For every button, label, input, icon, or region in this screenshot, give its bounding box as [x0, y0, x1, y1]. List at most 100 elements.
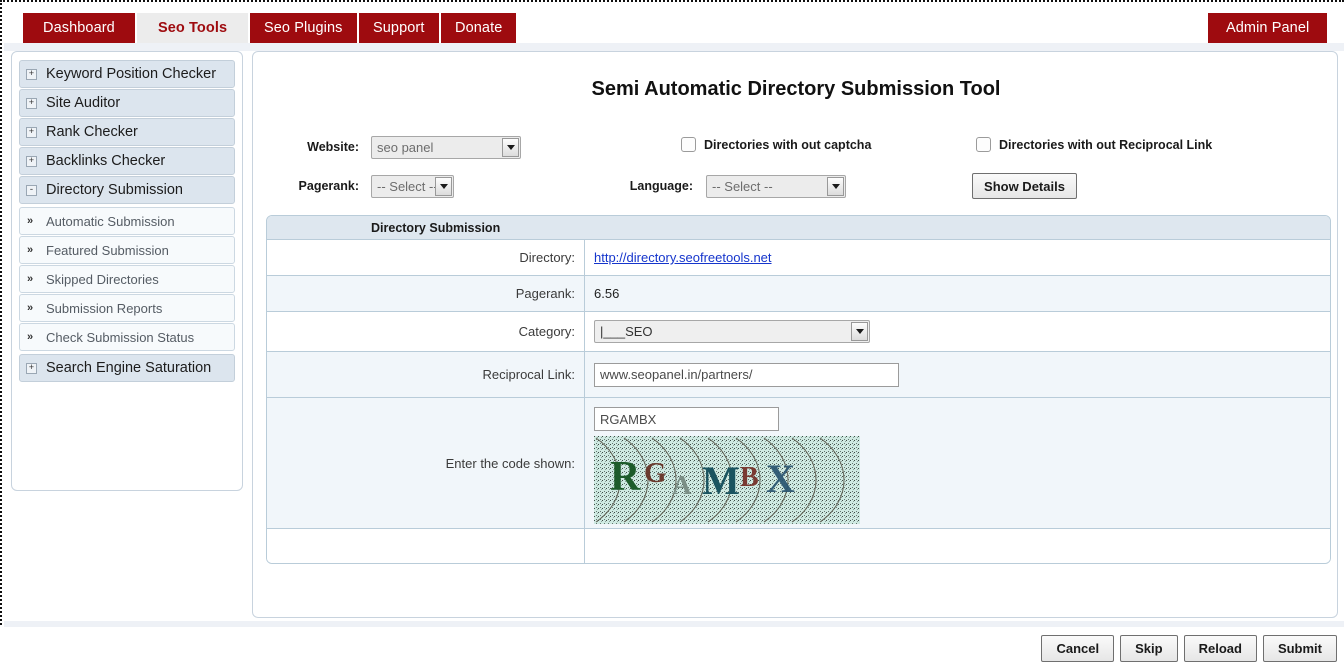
expand-plus-icon: +: [26, 69, 37, 80]
sidebar: + Keyword Position Checker + Site Audito…: [11, 51, 243, 491]
blank-value-cell: [585, 529, 1330, 563]
sidebar-group-label: Site Auditor: [46, 95, 121, 111]
tab-donate[interactable]: Donate: [441, 13, 517, 43]
tab-separator: [439, 13, 441, 43]
pagerank-select[interactable]: -- Select --: [371, 175, 454, 198]
tab-seo-plugins[interactable]: Seo Plugins: [250, 13, 357, 43]
directories-without-captcha-label: Directories with out captcha: [704, 138, 872, 152]
language-label: Language:: [629, 179, 693, 193]
sidebar-item-label: Check Submission Status: [46, 330, 195, 345]
sidebar-group-site-auditor[interactable]: + Site Auditor: [19, 89, 235, 117]
website-label: Website:: [307, 140, 359, 154]
svg-text:R: R: [610, 454, 641, 500]
sidebar-group-directory-submission[interactable]: - Directory Submission: [19, 176, 235, 204]
language-select-wrapper[interactable]: -- Select --: [706, 175, 846, 198]
double-chevron-right-icon: »: [27, 302, 33, 314]
table-row: Category: |___SEO: [267, 312, 1330, 352]
page-title: Semi Automatic Directory Submission Tool: [591, 78, 1001, 100]
sidebar-group-rank-checker[interactable]: + Rank Checker: [19, 118, 235, 146]
sidebar-item-featured-submission[interactable]: » Featured Submission: [19, 236, 235, 264]
sidebar-item-submission-reports[interactable]: » Submission Reports: [19, 294, 235, 322]
reciprocal-link-label: Reciprocal Link:: [267, 352, 585, 397]
category-select-wrapper[interactable]: |___SEO: [594, 320, 870, 343]
admin-panel-button[interactable]: Admin Panel: [1208, 13, 1328, 43]
website-select[interactable]: seo panel: [371, 136, 521, 159]
svg-text:M: M: [702, 458, 740, 503]
directory-submission-table: Directory Submission Directory: http://d…: [266, 215, 1331, 564]
sidebar-item-label: Skipped Directories: [46, 272, 159, 287]
reciprocal-link-input[interactable]: [594, 362, 899, 387]
directory-value-cell: http://directory.seofreetools.net: [585, 240, 1330, 275]
expand-plus-icon: +: [26, 127, 37, 138]
expand-plus-icon: +: [26, 98, 37, 109]
sidebar-item-skipped-directories[interactable]: » Skipped Directories: [19, 265, 235, 293]
sidebar-group-keyword-position-checker[interactable]: + Keyword Position Checker: [19, 60, 235, 88]
tab-separator: [135, 13, 137, 43]
sidebar-group-label: Keyword Position Checker: [46, 66, 217, 82]
pagerank-select-wrapper[interactable]: -- Select --: [371, 175, 454, 198]
sidebar-group-backlinks-checker[interactable]: + Backlinks Checker: [19, 147, 235, 175]
pagerank-row-label: Pagerank:: [267, 276, 585, 311]
category-value-cell: |___SEO: [585, 312, 1330, 351]
directories-without-captcha-checkbox[interactable]: [681, 137, 696, 152]
svg-text:G: G: [644, 457, 667, 489]
sidebar-group-label: Directory Submission: [46, 182, 183, 198]
top-navigation-bar: Dashboard Seo Tools Seo Plugins Support …: [2, 13, 1344, 43]
pagerank-value: 6.56: [594, 286, 620, 301]
svg-text:A: A: [672, 470, 692, 500]
category-label: Category:: [267, 312, 585, 351]
tab-support[interactable]: Support: [359, 13, 439, 43]
website-select-wrapper[interactable]: seo panel: [371, 136, 521, 159]
sidebar-item-check-submission-status[interactable]: » Check Submission Status: [19, 323, 235, 351]
captcha-input[interactable]: [594, 407, 779, 431]
tab-seo-tools[interactable]: Seo Tools: [137, 13, 249, 43]
captcha-label: Enter the code shown:: [267, 398, 585, 528]
table-row: Enter the code shown: RGAMBX R G A M B X: [267, 398, 1330, 529]
category-select[interactable]: |___SEO: [594, 320, 870, 343]
skip-button[interactable]: Skip: [1120, 635, 1178, 662]
reciprocal-link-value-cell: [585, 352, 1330, 397]
captcha-area: R G A M B X: [585, 398, 1330, 533]
double-chevron-right-icon: »: [27, 215, 33, 227]
directory-url-link[interactable]: http://directory.seofreetools.net: [594, 250, 772, 265]
svg-text:B: B: [740, 462, 759, 493]
footer-divider: [4, 621, 1344, 627]
svg-text:X: X: [766, 456, 795, 501]
table-row: Reciprocal Link:: [267, 352, 1330, 398]
tab-separator: [248, 13, 250, 43]
cancel-button[interactable]: Cancel: [1041, 635, 1115, 662]
sidebar-item-label: Featured Submission: [46, 243, 169, 258]
language-select[interactable]: -- Select --: [706, 175, 846, 198]
sidebar-group-label: Search Engine Saturation: [46, 360, 212, 376]
sidebar-group-label: Backlinks Checker: [46, 153, 166, 169]
directories-without-reciprocal-link-checkbox[interactable]: [976, 137, 991, 152]
captcha-image: R G A M B X: [594, 436, 860, 524]
pagerank-label: Pagerank:: [298, 179, 359, 193]
table-row-blank: [267, 529, 1330, 563]
blank-label-cell: [267, 529, 585, 563]
double-chevron-right-icon: »: [27, 273, 33, 285]
nav-divider: [4, 43, 1344, 51]
sidebar-group-label: Rank Checker: [46, 124, 138, 140]
directory-label: Directory:: [267, 240, 585, 275]
expand-plus-icon: +: [26, 156, 37, 167]
show-details-button[interactable]: Show Details: [972, 173, 1077, 199]
main-content-panel: Semi Automatic Directory Submission Tool…: [252, 51, 1338, 662]
collapse-minus-icon: -: [26, 185, 37, 196]
table-header: Directory Submission: [267, 216, 1330, 240]
double-chevron-right-icon: »: [27, 244, 33, 256]
action-button-bar: Cancel Skip Reload Submit: [1035, 635, 1337, 662]
sidebar-group-search-engine-saturation[interactable]: + Search Engine Saturation: [19, 354, 235, 382]
table-row: Pagerank: 6.56: [267, 276, 1330, 312]
submit-button[interactable]: Submit: [1262, 635, 1337, 662]
reload-button[interactable]: Reload: [1183, 635, 1257, 662]
sidebar-item-label: Automatic Submission: [46, 214, 175, 229]
double-chevron-right-icon: »: [27, 331, 33, 343]
directories-without-reciprocal-link-label: Directories with out Reciprocal Link: [999, 138, 1213, 152]
captcha-value-cell: R G A M B X: [585, 398, 1330, 528]
page-root: Dashboard Seo Tools Seo Plugins Support …: [0, 0, 1344, 662]
sidebar-item-automatic-submission[interactable]: » Automatic Submission: [19, 207, 235, 235]
table-row: Directory: http://directory.seofreetools…: [267, 240, 1330, 276]
sidebar-item-label: Submission Reports: [46, 301, 163, 316]
tab-dashboard[interactable]: Dashboard: [23, 13, 135, 43]
